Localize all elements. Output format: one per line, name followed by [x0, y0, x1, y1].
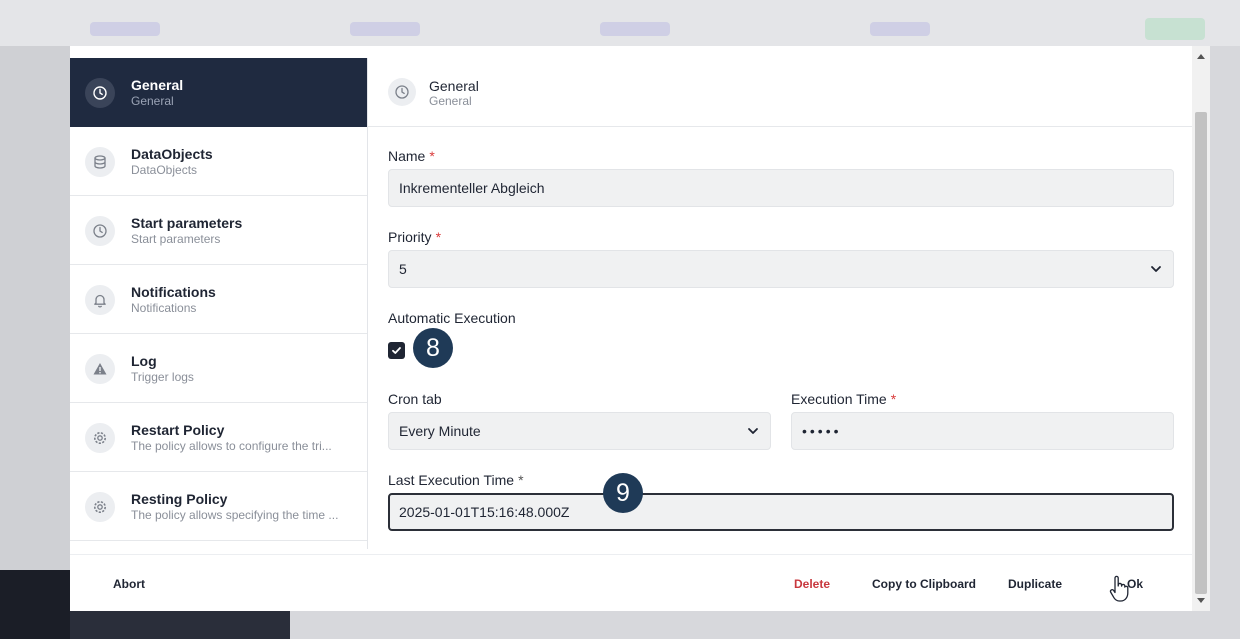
duplicate-button[interactable]: Duplicate [1008, 577, 1062, 591]
name-input-value: Inkrementeller Abgleich [399, 180, 545, 196]
cron-tab-select-value: Every Minute [399, 423, 481, 439]
sidebar-item-dataobjects[interactable]: DataObjects DataObjects [70, 127, 367, 196]
required-mark: * [435, 229, 442, 245]
sidebar-item-notifications[interactable]: Notifications Notifications [70, 265, 367, 334]
name-label-text: Name [388, 148, 426, 164]
clock-icon [85, 78, 115, 108]
step-marker-8: 8 [413, 328, 453, 368]
sidebar-item-subtitle: DataObjects [131, 163, 198, 177]
priority-select-value: 5 [399, 261, 407, 277]
clock-icon [388, 78, 416, 106]
background-blur [600, 22, 670, 36]
sidebar-item-general[interactable]: General General [70, 58, 367, 127]
background-blur [870, 22, 930, 36]
background-blur [350, 22, 420, 36]
required-mark: * [890, 391, 897, 407]
sidebar-item-subtitle: General [131, 94, 174, 108]
dialog-sidebar: General General DataObjects DataObjects … [70, 58, 368, 549]
dialog-scrollbar[interactable] [1192, 46, 1210, 611]
priority-select[interactable]: 5 [388, 250, 1174, 288]
sidebar-item-subtitle: The policy allows to configure the tri..… [131, 439, 332, 453]
last-execution-time-input[interactable]: 2025-01-01T15:16:48.000Z [388, 493, 1174, 531]
copy-to-clipboard-button[interactable]: Copy to Clipboard [872, 577, 976, 591]
sidebar-item-restart-policy[interactable]: Restart Policy The policy allows to conf… [70, 403, 367, 472]
sidebar-item-title: Start parameters [131, 215, 243, 231]
background-sidebar [0, 46, 70, 639]
panel-subtitle: General [429, 94, 472, 108]
gear-icon [85, 492, 115, 522]
cron-tab-select[interactable]: Every Minute [388, 412, 771, 450]
step-marker-9: 9 [603, 473, 643, 513]
sidebar-item-title: Restart Policy [131, 422, 225, 438]
background-blur [90, 22, 160, 36]
sidebar-item-title: DataObjects [131, 146, 213, 162]
general-panel: General General Name * Inkrementeller Abg… [368, 58, 1192, 549]
last-execution-time-label: Last Execution Time * [388, 472, 524, 488]
last-execution-time-input-value: 2025-01-01T15:16:48.000Z [399, 504, 570, 520]
bell-icon [85, 285, 115, 315]
automatic-execution-label: Automatic Execution [388, 310, 516, 326]
sidebar-item-subtitle: Notifications [131, 301, 197, 315]
scroll-up-icon[interactable] [1197, 54, 1205, 59]
sidebar-item-title: Notifications [131, 284, 216, 300]
check-icon [392, 347, 401, 354]
sidebar-item-subtitle: Start parameters [131, 232, 221, 246]
execution-time-input-value: ••••• [802, 423, 842, 439]
scrollbar-thumb[interactable] [1195, 112, 1207, 594]
priority-label: Priority * [388, 229, 441, 245]
scroll-down-icon[interactable] [1197, 598, 1205, 603]
background-app-header [0, 0, 1240, 46]
execution-time-label-text: Execution Time [791, 391, 887, 407]
abort-button[interactable]: Abort [113, 577, 145, 591]
sidebar-item-resting-policy[interactable]: Resting Policy The policy allows specify… [70, 472, 367, 541]
sidebar-item-log[interactable]: Log Trigger logs [70, 334, 367, 403]
hand-cursor-icon [1108, 575, 1130, 608]
clock-icon [85, 216, 115, 246]
priority-label-text: Priority [388, 229, 432, 245]
panel-header: General General [368, 58, 1192, 127]
delete-button[interactable]: Delete [794, 577, 830, 591]
sidebar-item-subtitle: Trigger logs [131, 370, 194, 384]
required-mark: * [429, 148, 435, 164]
sidebar-item-title: General [131, 77, 184, 93]
cron-tab-label: Cron tab [388, 391, 442, 407]
sidebar-item-title: Log [131, 353, 157, 369]
dialog-footer: Abort Delete Copy to Clipboard Duplicate… [70, 554, 1192, 611]
warning-icon [85, 354, 115, 384]
chevron-down-icon [1149, 251, 1163, 300]
name-label: Name * [388, 148, 435, 164]
sidebar-item-start-parameters[interactable]: Start parameters Start parameters [70, 196, 367, 265]
sidebar-item-subtitle: The policy allows specifying the time ..… [131, 508, 339, 522]
panel-title: General [429, 78, 479, 94]
execution-time-label: Execution Time * [791, 391, 896, 407]
database-icon [85, 147, 115, 177]
required-mark: * [518, 472, 524, 488]
last-execution-time-label-text: Last Execution Time [388, 472, 515, 488]
background-footer-edge [0, 570, 70, 639]
automatic-execution-checkbox[interactable] [388, 342, 405, 359]
background-blur [1145, 18, 1205, 40]
gear-icon [85, 423, 115, 453]
chevron-down-icon [746, 413, 760, 462]
trigger-dialog: General General DataObjects DataObjects … [70, 46, 1210, 611]
execution-time-input[interactable]: ••••• [791, 412, 1174, 450]
sidebar-item-title: Resting Policy [131, 491, 228, 507]
name-input[interactable]: Inkrementeller Abgleich [388, 169, 1174, 207]
